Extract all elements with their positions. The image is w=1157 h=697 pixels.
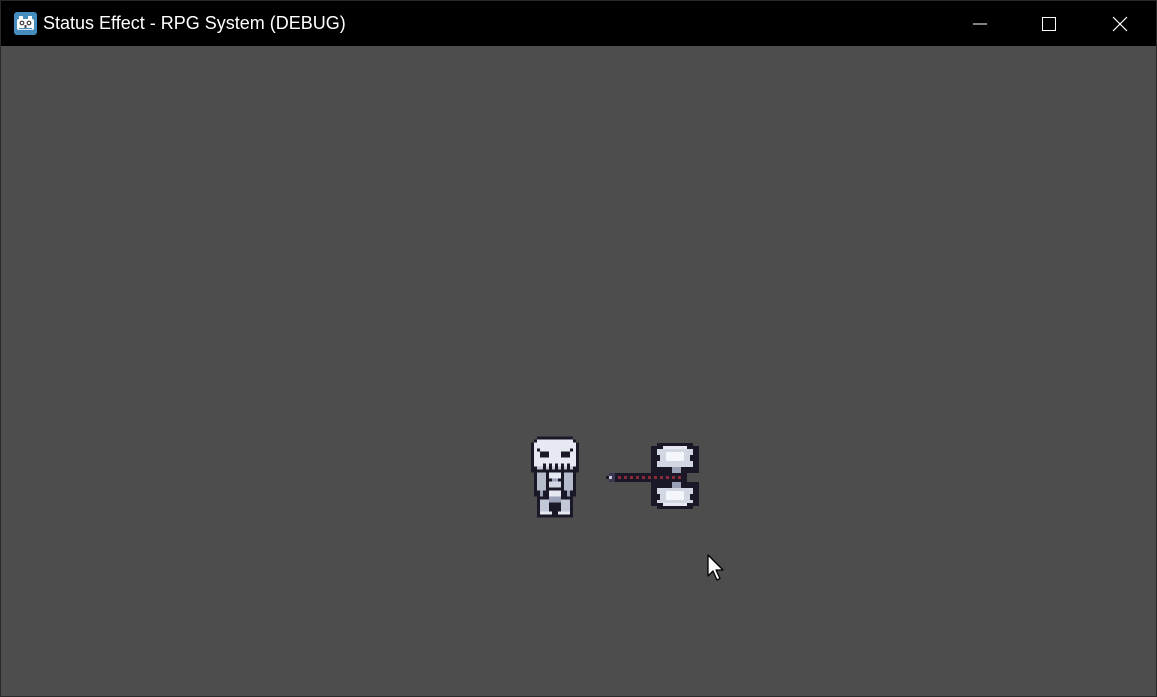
- minimize-button[interactable]: [945, 1, 1015, 46]
- close-button[interactable]: [1085, 1, 1155, 46]
- double-axe-sprite[interactable]: [606, 443, 702, 509]
- title-bar[interactable]: Status Effect - RPG System (DEBUG): [1, 1, 1156, 46]
- skeleton-sprite[interactable]: [531, 436, 585, 518]
- game-viewport[interactable]: [1, 46, 1156, 696]
- maximize-icon: [1042, 16, 1056, 31]
- minimize-icon: [973, 23, 987, 24]
- maximize-button[interactable]: [1014, 1, 1084, 46]
- game-window: Status Effect - RPG System (DEBUG): [0, 0, 1157, 697]
- close-icon: [1112, 16, 1128, 31]
- window-title: Status Effect - RPG System (DEBUG): [43, 13, 346, 33]
- godot-engine-icon: [14, 12, 37, 35]
- mouse-pointer-icon: [707, 554, 724, 581]
